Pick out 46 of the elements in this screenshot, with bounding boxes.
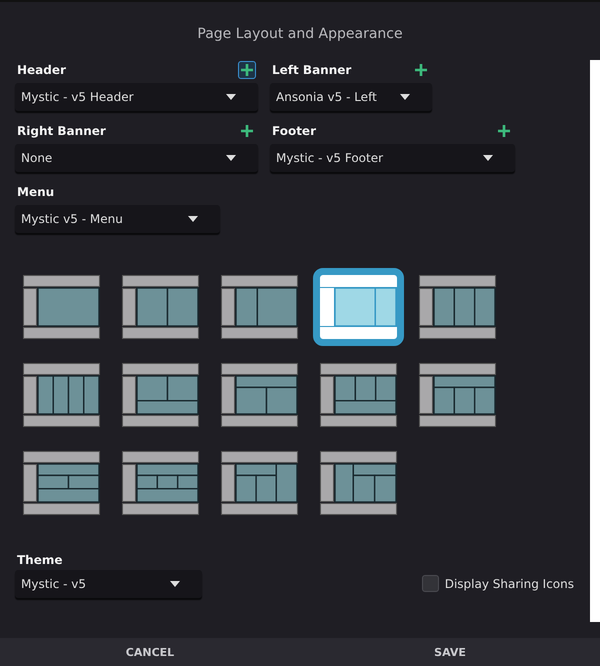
field-label: Header [16,63,66,77]
add-button[interactable] [412,61,430,79]
add-button[interactable] [238,122,256,140]
dropdown[interactable]: Mystic v5 - Menu [15,205,220,233]
layout-option[interactable] [320,363,397,427]
dialog-title: Page Layout and Appearance [196,25,404,42]
dropdown[interactable]: Ansonia v5 - Left [270,83,432,111]
footer-button[interactable]: SAVE [300,638,600,666]
caret-icon [226,155,236,161]
layout-option[interactable] [23,451,100,515]
scrollbar[interactable] [590,60,600,622]
layout-option[interactable] [23,275,100,339]
dropdown[interactable]: Mystic - v5 [15,570,202,598]
layout-option[interactable] [122,363,199,427]
layout-option[interactable] [320,275,397,339]
layout-option[interactable] [419,363,496,427]
layout-option[interactable] [221,275,298,339]
plus-icon [497,124,511,138]
dropdown[interactable]: Mystic - v5 Header [15,83,258,111]
layout-option[interactable] [419,275,496,339]
field-label: Left Banner [271,63,352,77]
plus-icon [414,63,428,77]
layout-option[interactable] [320,451,397,515]
layout-option[interactable] [122,451,199,515]
field-label: Menu [16,185,54,199]
footer-button[interactable]: CANCEL [0,638,300,666]
plus-icon [240,124,254,138]
layout-option[interactable] [221,363,298,427]
checkbox[interactable] [422,575,439,592]
plus-icon [240,63,254,77]
caret-icon [188,216,198,222]
caret-icon [483,155,493,161]
caret-icon [226,94,236,100]
layout-option[interactable] [122,275,199,339]
add-button[interactable] [495,122,513,140]
add-button[interactable] [238,61,256,79]
layout-option[interactable] [23,363,100,427]
field-label: Footer [271,124,316,138]
checkbox-label: Display Sharing Icons [444,576,574,590]
dropdown[interactable]: Mystic - v5 Footer [270,144,515,172]
field-label: Theme [16,553,64,567]
caret-icon [170,581,180,587]
layout-option[interactable] [221,451,298,515]
dropdown[interactable]: None [15,144,258,172]
field-label: Right Banner [16,124,106,138]
caret-icon [400,94,410,100]
